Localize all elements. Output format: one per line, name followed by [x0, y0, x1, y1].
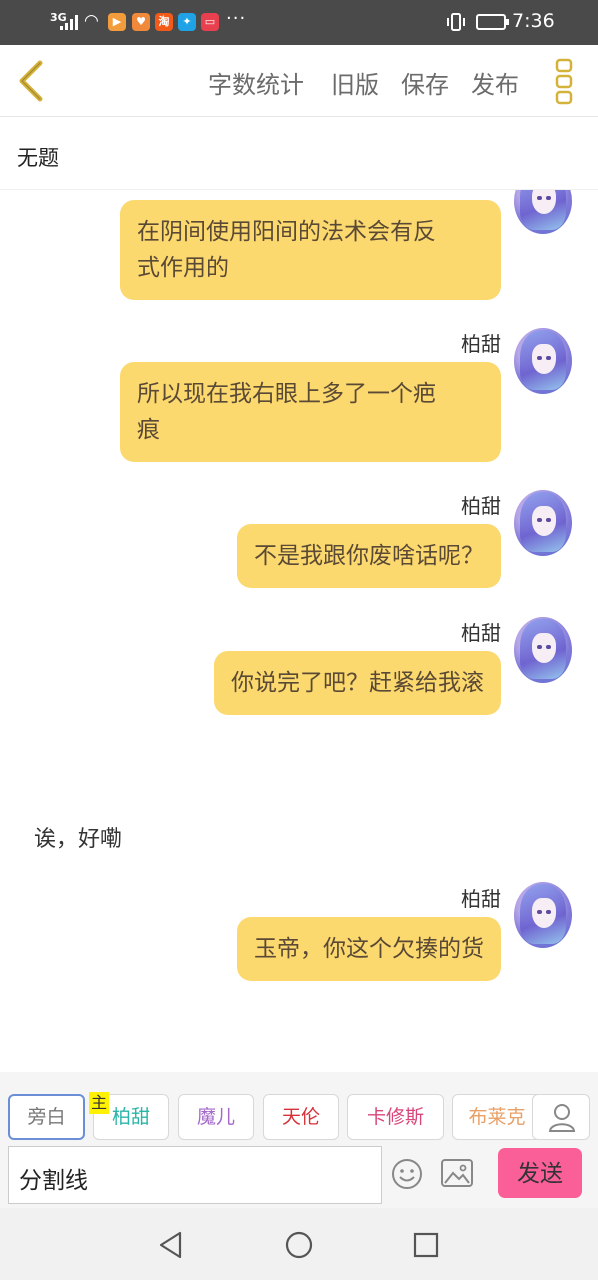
- input-bar: 分割线 发送: [0, 1142, 598, 1208]
- avatar[interactable]: [514, 190, 572, 234]
- speaker-name: 柏甜: [461, 332, 501, 356]
- chat-area[interactable]: 在阴间使用阳间的法术会有反 式作用的 柏甜 所以现在我右眼上多了一个疤 痕 柏甜…: [0, 190, 598, 1072]
- character-label: 天伦: [281, 1106, 320, 1128]
- smiley-icon[interactable]: [391, 1158, 423, 1190]
- speaker-name: 柏甜: [461, 621, 501, 645]
- message-bubble[interactable]: 在阴间使用阳间的法术会有反 式作用的: [120, 200, 501, 300]
- vibrate-icon: [447, 13, 465, 31]
- character-chip-narrator[interactable]: 旁白: [8, 1094, 85, 1140]
- send-button[interactable]: 发送: [498, 1148, 582, 1198]
- character-chip-tianlun[interactable]: 天伦: [263, 1094, 339, 1140]
- message-line: 痕: [137, 417, 160, 443]
- message-bubble[interactable]: 玉帝，你这个欠揍的货: [237, 917, 501, 981]
- document-title: 无题: [17, 146, 59, 170]
- manage-characters-button[interactable]: [532, 1094, 590, 1140]
- message-input[interactable]: 分割线: [8, 1146, 382, 1204]
- character-selector: 旁白 主 柏甜 魔儿 天伦 卡修斯 布莱克: [0, 1072, 598, 1142]
- red-app-icon: ▭: [201, 13, 219, 31]
- character-label: 卡修斯: [366, 1106, 424, 1128]
- more-notifications-icon: ···: [226, 8, 247, 29]
- browser-app-icon: ✦: [178, 13, 196, 31]
- old-version-button[interactable]: 旧版: [331, 65, 379, 100]
- signal-icon: [60, 15, 78, 30]
- speaker-name: 柏甜: [461, 494, 501, 518]
- video-app-icon: ▶: [108, 13, 126, 31]
- message-bubble[interactable]: 所以现在我右眼上多了一个疤 痕: [120, 362, 501, 462]
- character-label: 旁白: [27, 1106, 66, 1128]
- editor-toolbar: 字数统计 旧版 保存 发布: [0, 45, 598, 117]
- wifi-icon: ◠: [84, 11, 99, 31]
- message-line: 在阴间使用阳间的法术会有反: [137, 219, 436, 245]
- save-button[interactable]: 保存: [401, 65, 449, 100]
- document-title-bar[interactable]: 无题: [0, 118, 598, 190]
- message-line: 所以现在我右眼上多了一个疤: [137, 381, 436, 407]
- message-line: 不是我跟你废啥话呢？: [254, 543, 484, 569]
- system-nav-bar: [0, 1208, 598, 1280]
- vertical-dots-icon[interactable]: [553, 58, 575, 106]
- message-bubble[interactable]: 不是我跟你废啥话呢？: [237, 524, 501, 588]
- main-character-badge: 主: [89, 1092, 110, 1114]
- avatar[interactable]: [514, 328, 572, 394]
- nav-back-icon[interactable]: [156, 1230, 186, 1260]
- character-label: 柏甜: [111, 1106, 150, 1128]
- person-icon: [548, 1104, 576, 1132]
- nav-recents-icon[interactable]: [411, 1230, 441, 1260]
- back-chevron-icon[interactable]: [14, 59, 50, 103]
- status-bar: 3G ◠ ▶ ♥ 淘 ✦ ▭ ··· 7:36: [0, 0, 598, 45]
- avatar[interactable]: [514, 617, 572, 683]
- character-label: 布莱克: [468, 1106, 526, 1128]
- message-line: 玉帝，你这个欠揍的货: [254, 936, 484, 962]
- message-line: 你说完了吧？赶紧给我滚: [231, 670, 484, 696]
- battery-icon: [476, 14, 509, 30]
- clock: 7:36: [512, 10, 555, 32]
- avatar[interactable]: [514, 882, 572, 948]
- nav-home-icon[interactable]: [284, 1230, 314, 1260]
- word-count-button[interactable]: 字数统计: [208, 65, 304, 100]
- message-bubble[interactable]: 你说完了吧？赶紧给我滚: [214, 651, 501, 715]
- character-chip-baitian[interactable]: 主 柏甜: [89, 1092, 169, 1140]
- image-icon[interactable]: [441, 1159, 473, 1187]
- avatar[interactable]: [514, 490, 572, 556]
- narration-text[interactable]: 诶，好嘞: [34, 821, 122, 853]
- character-chip-kaxiusi[interactable]: 卡修斯: [347, 1094, 444, 1140]
- character-label: 魔儿: [196, 1106, 235, 1128]
- speaker-name: 柏甜: [461, 887, 501, 911]
- character-chip-buleike[interactable]: 布莱克: [452, 1094, 542, 1140]
- publish-button[interactable]: 发布: [471, 65, 519, 100]
- heart-app-icon: ♥: [132, 13, 150, 31]
- character-chip-moer[interactable]: 魔儿: [178, 1094, 254, 1140]
- message-line: 式作用的: [137, 255, 229, 281]
- taobao-app-icon: 淘: [155, 13, 173, 31]
